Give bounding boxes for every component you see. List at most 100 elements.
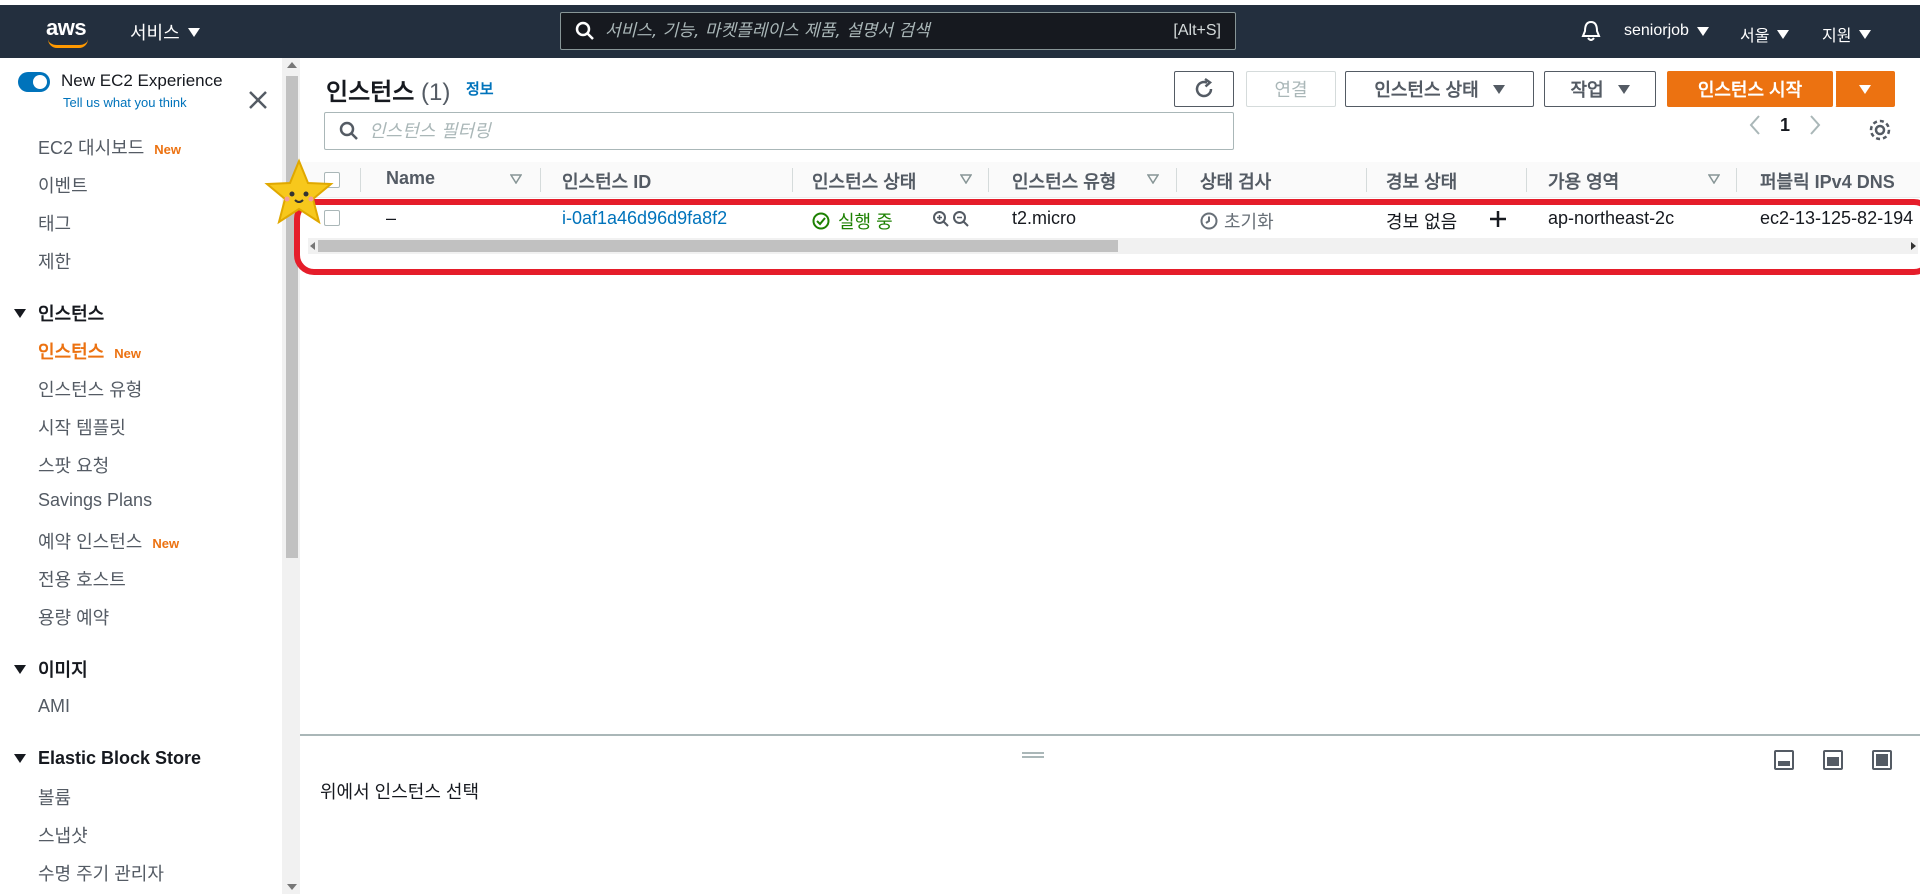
user-menu[interactable]: seniorjob [1624, 22, 1709, 40]
zoom-in-icon[interactable] [932, 210, 950, 228]
column-header-instance-id[interactable]: 인스턴스 ID [562, 168, 651, 194]
sidebar-section-images[interactable]: 이미지 [14, 656, 88, 682]
split-bottom-medium-icon[interactable] [1823, 750, 1843, 770]
column-header-status-check[interactable]: 상태 검사 [1200, 168, 1271, 194]
global-search[interactable]: [Alt+S] [560, 12, 1236, 50]
sort-icon[interactable] [960, 174, 972, 184]
page-number[interactable]: 1 [1780, 115, 1790, 136]
search-icon [575, 21, 594, 40]
search-shortcut-hint: [Alt+S] [1173, 22, 1221, 39]
cell-availability-zone: ap-northeast-2c [1548, 208, 1675, 228]
sort-icon[interactable] [510, 174, 522, 184]
table-horizontal-scrollbar[interactable] [308, 238, 1918, 254]
sidebar-item-tags[interactable]: 태그 [38, 210, 71, 236]
plus-icon[interactable] [1488, 209, 1508, 229]
instance-filter[interactable] [324, 112, 1234, 150]
table-row[interactable]: – i-0af1a46d96d9fa8f2 실행 중 t2.micro 초기화 … [300, 198, 1920, 238]
new-experience-toggle[interactable] [18, 72, 50, 92]
info-link[interactable]: 정보 [466, 78, 494, 99]
column-header-availability-zone[interactable]: 가용 영역 [1548, 168, 1619, 194]
column-header-alarm-status[interactable]: 경보 상태 [1386, 168, 1457, 194]
column-header-name[interactable]: Name [386, 168, 435, 189]
connect-button[interactable]: 연결 [1246, 71, 1336, 107]
cell-name: – [386, 208, 397, 228]
gear-icon[interactable] [1868, 118, 1892, 142]
sidebar-item-launch-templates[interactable]: 시작 템플릿 [38, 414, 126, 440]
sort-icon[interactable] [1708, 174, 1720, 184]
refresh-button[interactable] [1174, 71, 1234, 107]
sidebar-item-volumes[interactable]: 볼륨 [38, 784, 71, 810]
zoom-out-icon[interactable] [952, 210, 970, 228]
cell-instance-id[interactable]: i-0af1a46d96d9fa8f2 [562, 208, 727, 229]
sidebar-item-limits[interactable]: 제한 [38, 248, 71, 274]
sidebar-item-ami[interactable]: AMI [38, 696, 70, 717]
search-icon [339, 121, 358, 140]
sidebar-item-savings-plans[interactable]: Savings Plans [38, 490, 152, 511]
chevron-right-icon[interactable] [1808, 114, 1822, 136]
caret-down-icon [1859, 29, 1872, 39]
services-menu[interactable]: 서비스 [130, 19, 200, 45]
scroll-left-arrow-icon[interactable] [310, 242, 315, 250]
launch-instances-label: 인스턴스 시작 [1697, 80, 1803, 100]
sidebar-scroll-thumb[interactable] [286, 76, 298, 558]
launch-options-dropdown[interactable] [1835, 71, 1895, 107]
user-menu-label: seniorjob [1624, 22, 1689, 39]
split-full-icon[interactable] [1872, 750, 1892, 770]
region-menu[interactable]: 서울 [1740, 22, 1790, 46]
instance-state-text: 실행 중 [838, 212, 893, 232]
region-menu-label: 서울 [1740, 28, 1770, 45]
sidebar-section-ebs[interactable]: Elastic Block Store [14, 748, 201, 769]
column-header-instance-state[interactable]: 인스턴스 상태 [812, 168, 916, 194]
status-check-text: 초기화 [1224, 212, 1274, 232]
chevron-left-icon[interactable] [1748, 114, 1762, 136]
sidebar-item-label: EC2 대시보드 [38, 138, 145, 158]
sidebar-item-dedicated-hosts[interactable]: 전용 호스트 [38, 566, 126, 592]
sidebar-item-snapshots[interactable]: 스냅샷 [38, 822, 88, 848]
sidebar-item-events[interactable]: 이벤트 [38, 172, 88, 198]
sidebar-item-label: 인스턴스 [38, 342, 105, 362]
bell-icon[interactable] [1580, 19, 1602, 43]
table-scroll-thumb[interactable] [318, 240, 1118, 252]
page-title-text: 인스턴스 [326, 79, 415, 106]
feedback-link[interactable]: Tell us what you think [63, 95, 187, 110]
split-panel-drag-handle[interactable] [1022, 752, 1044, 758]
caret-down-icon [1777, 29, 1790, 39]
new-experience-toggle-panel: New EC2 Experience Tell us what you thin… [18, 70, 278, 120]
split-bottom-small-icon[interactable] [1774, 750, 1794, 770]
instance-filter-input[interactable] [369, 120, 1233, 142]
column-header-instance-type[interactable]: 인스턴스 유형 [1012, 168, 1116, 194]
sidebar-item-ec2-dashboard[interactable]: EC2 대시보드 New [38, 134, 181, 160]
select-instance-prompt: 위에서 인스턴스 선택 [320, 782, 480, 802]
cell-alarm-status: 경보 없음 [1386, 212, 1458, 232]
sidebar-item-reserved-instances[interactable]: 예약 인스턴스 New [38, 528, 179, 554]
sidebar-item-lifecycle-manager[interactable]: 수명 주기 관리자 [38, 860, 164, 886]
launch-instances-button[interactable]: 인스턴스 시작 [1667, 71, 1833, 107]
section-label: 인스턴스 [38, 304, 105, 324]
scroll-down-arrow-icon[interactable] [287, 884, 297, 890]
sidebar-item-instances[interactable]: 인스턴스 New [38, 338, 141, 364]
sidebar-item-capacity-reservations[interactable]: 용량 예약 [38, 604, 109, 630]
aws-logo[interactable]: aws [44, 13, 92, 49]
aws-logo-text: aws [46, 15, 87, 40]
scroll-up-arrow-icon[interactable] [287, 62, 297, 68]
scroll-right-arrow-icon[interactable] [1911, 242, 1916, 250]
check-circle-icon [812, 212, 830, 230]
actions-dropdown[interactable]: 작업 [1544, 71, 1656, 107]
global-search-input[interactable] [605, 21, 1174, 41]
column-header-public-dns[interactable]: 퍼블릭 IPv4 DNS [1760, 168, 1895, 194]
table-header: Name 인스턴스 ID 인스턴스 상태 인스턴스 유형 상태 검사 경보 상태… [300, 162, 1920, 198]
sidebar-item-spot-requests[interactable]: 스팟 요청 [38, 452, 109, 478]
instance-state-dropdown[interactable]: 인스턴스 상태 [1345, 71, 1534, 107]
split-panel-divider[interactable] [300, 734, 1920, 736]
sidebar-section-instances[interactable]: 인스턴스 [14, 300, 104, 326]
column-divider [360, 168, 361, 192]
column-divider [792, 168, 793, 192]
caret-down-icon [187, 27, 200, 37]
new-badge: New [114, 346, 141, 361]
sidebar-item-instance-types[interactable]: 인스턴스 유형 [38, 376, 142, 402]
support-menu[interactable]: 지원 [1822, 22, 1872, 46]
aws-smile-icon [48, 39, 88, 48]
actions-dropdown-label: 작업 [1570, 80, 1604, 100]
close-icon[interactable] [246, 88, 270, 112]
sort-icon[interactable] [1147, 174, 1159, 184]
